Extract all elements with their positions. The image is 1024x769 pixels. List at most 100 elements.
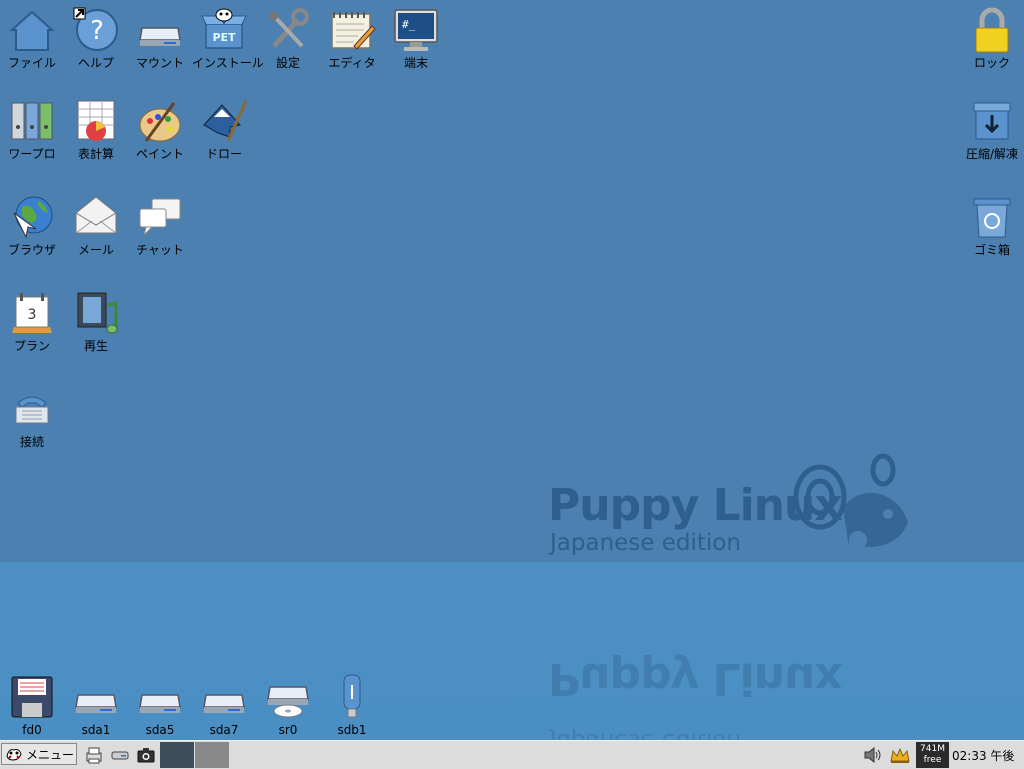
- tools-icon: [268, 8, 309, 48]
- drive-label: sda7: [209, 723, 239, 737]
- desktop: Puppy Linux Japanese edition Puppy Linux…: [0, 0, 1024, 754]
- desktop-icon-label: 圧縮/解凍: [965, 147, 1019, 161]
- menu-button-label: メニュー: [26, 747, 75, 762]
- desktop-icon-plan[interactable]: 3 プラン: [0, 289, 64, 353]
- desktop-icon-label: ファイル: [7, 56, 56, 70]
- drive-icon-sr0[interactable]: sr0: [256, 673, 320, 737]
- inkscape-icon: [203, 100, 248, 142]
- drive-tray-icon[interactable]: [110, 745, 130, 765]
- desktop-icon-draw[interactable]: ドロー: [192, 97, 256, 161]
- drive-label: sdb1: [337, 723, 367, 737]
- drive-icon-sda5[interactable]: sda5: [128, 673, 192, 737]
- desktop-icon-wordprocessor[interactable]: ワープロ: [0, 97, 64, 161]
- desktop-icon-label: ロック: [973, 56, 1010, 70]
- desktop-icon-browser[interactable]: ブラウザ: [0, 193, 64, 257]
- volume-icon[interactable]: [862, 745, 884, 765]
- workspace-1[interactable]: [160, 742, 194, 768]
- pet-box-icon: PET: [201, 8, 247, 49]
- wallpaper-title: Puppy Linux: [548, 480, 843, 531]
- camera-icon[interactable]: [136, 745, 156, 765]
- desktop-icon-label: 接続: [19, 435, 44, 449]
- desktop-icon-help[interactable]: ? ヘルプ: [64, 6, 128, 70]
- notepad-icon: [331, 12, 376, 50]
- desktop-icon-play[interactable]: 再生: [64, 289, 128, 353]
- desktop-icon-paint[interactable]: ペイント: [128, 97, 192, 161]
- desktop-icon-install[interactable]: PET インストール: [192, 6, 264, 70]
- pet-badge-text: PET: [212, 31, 236, 44]
- desktop-icon-label: ゴミ箱: [973, 243, 1010, 257]
- drive-label: sda1: [81, 723, 111, 737]
- wallpaper-reflection: Puppy Linux Japanese edition: [548, 562, 918, 754]
- desktop-icon-label: 表計算: [77, 147, 114, 161]
- calendar-day-text: 3: [28, 307, 37, 323]
- wallpaper-subtitle: Japanese edition: [550, 530, 741, 556]
- free-memory-indicator[interactable]: 741M free: [916, 742, 949, 768]
- desktop-icon-archive[interactable]: 圧縮/解凍: [960, 97, 1024, 161]
- trash-icon: [973, 198, 1011, 238]
- desktop-icon-editor[interactable]: エディタ: [320, 6, 384, 70]
- desktop-icon-trash[interactable]: ゴミ箱: [960, 193, 1024, 257]
- spreadsheet-icon: [77, 100, 115, 141]
- wallpaper-logo: Puppy Linux Japanese edition Puppy Linux…: [548, 452, 918, 754]
- desktop-icon-label: ペイント: [135, 147, 184, 161]
- drive-label: fd0: [22, 723, 42, 737]
- desktop-icon-label: 設定: [275, 56, 300, 70]
- desktop-icon-label: チャット: [136, 243, 184, 257]
- archive-icon: [973, 102, 1011, 140]
- phone-icon: [15, 396, 49, 424]
- workspace-2[interactable]: [195, 742, 229, 768]
- desktop-icon-connect[interactable]: 接続: [0, 385, 64, 449]
- hdd-icon: [203, 694, 245, 713]
- terminal-prompt-text: #_: [402, 18, 416, 31]
- wallpaper-reflection-title: Puppy Linux: [548, 653, 842, 704]
- drive-icon-sdb1[interactable]: sdb1: [320, 673, 384, 737]
- home-icon: [9, 10, 55, 51]
- palette-icon: [139, 102, 181, 142]
- desktop-icon-label: マウント: [135, 56, 184, 70]
- terminal-icon: #_: [394, 9, 438, 51]
- floppy-icon: [11, 676, 53, 718]
- desktop-icon-label: ドロー: [205, 147, 242, 161]
- desktop-icon-mail[interactable]: メール: [64, 193, 128, 257]
- desktop-icon-label: 端末: [403, 56, 428, 70]
- desktop-icon-chat[interactable]: チャット: [128, 193, 192, 257]
- calendar-icon: 3: [12, 293, 52, 333]
- binders-icon: [11, 102, 53, 140]
- crown-icon[interactable]: [889, 745, 911, 765]
- envelope-icon: [75, 196, 117, 234]
- printer-icon[interactable]: [84, 745, 104, 765]
- drive-label: sr0: [278, 723, 298, 737]
- drive-icon-sda1[interactable]: sda1: [64, 673, 128, 737]
- desktop-icon-label: ブラウザ: [7, 243, 56, 257]
- usb-drive-icon: [343, 674, 361, 718]
- lock-icon: [975, 7, 1009, 53]
- desktop-icon-label: 再生: [83, 339, 108, 353]
- puppy-menu-icon: [6, 749, 22, 761]
- menu-button[interactable]: メニュー: [1, 743, 77, 765]
- desktop-icon-label: ワープロ: [8, 147, 56, 161]
- drive-icon-sda7[interactable]: sda7: [192, 673, 256, 737]
- desktop-icon-settings[interactable]: 設定: [256, 6, 320, 70]
- hdd-icon: [75, 694, 117, 713]
- drive-icon-fd0[interactable]: fd0: [0, 673, 64, 737]
- clock[interactable]: 02:33 午後: [952, 747, 1014, 764]
- free-memory-label: free: [923, 755, 942, 765]
- desktop-icon-file[interactable]: ファイル: [0, 6, 64, 70]
- desktop-icon-label: ヘルプ: [77, 56, 114, 70]
- taskbar: メニュー 741M free 02:33 午後: [0, 740, 1024, 769]
- desktop-icon-mount[interactable]: マウント: [128, 6, 192, 70]
- desktop-icon-label: インストール: [192, 56, 264, 70]
- optical-drive-icon: [267, 686, 309, 718]
- media-icon: [77, 292, 118, 334]
- globe-icon: [13, 196, 53, 239]
- desktop-icon-lock[interactable]: ロック: [960, 6, 1024, 70]
- desktop-icon-spreadsheet[interactable]: 表計算: [64, 97, 128, 161]
- drive-icon: [139, 27, 181, 46]
- desktop-icon-label: メール: [77, 243, 114, 257]
- desktop-icon-terminal[interactable]: #_ 端末: [384, 6, 448, 70]
- desktop-icon-label: エディタ: [328, 56, 376, 70]
- desktop-icon-label: プラン: [13, 339, 50, 353]
- help-icon: ?: [73, 7, 118, 51]
- chat-icon: [139, 198, 181, 237]
- free-memory-value: 741M: [920, 744, 945, 754]
